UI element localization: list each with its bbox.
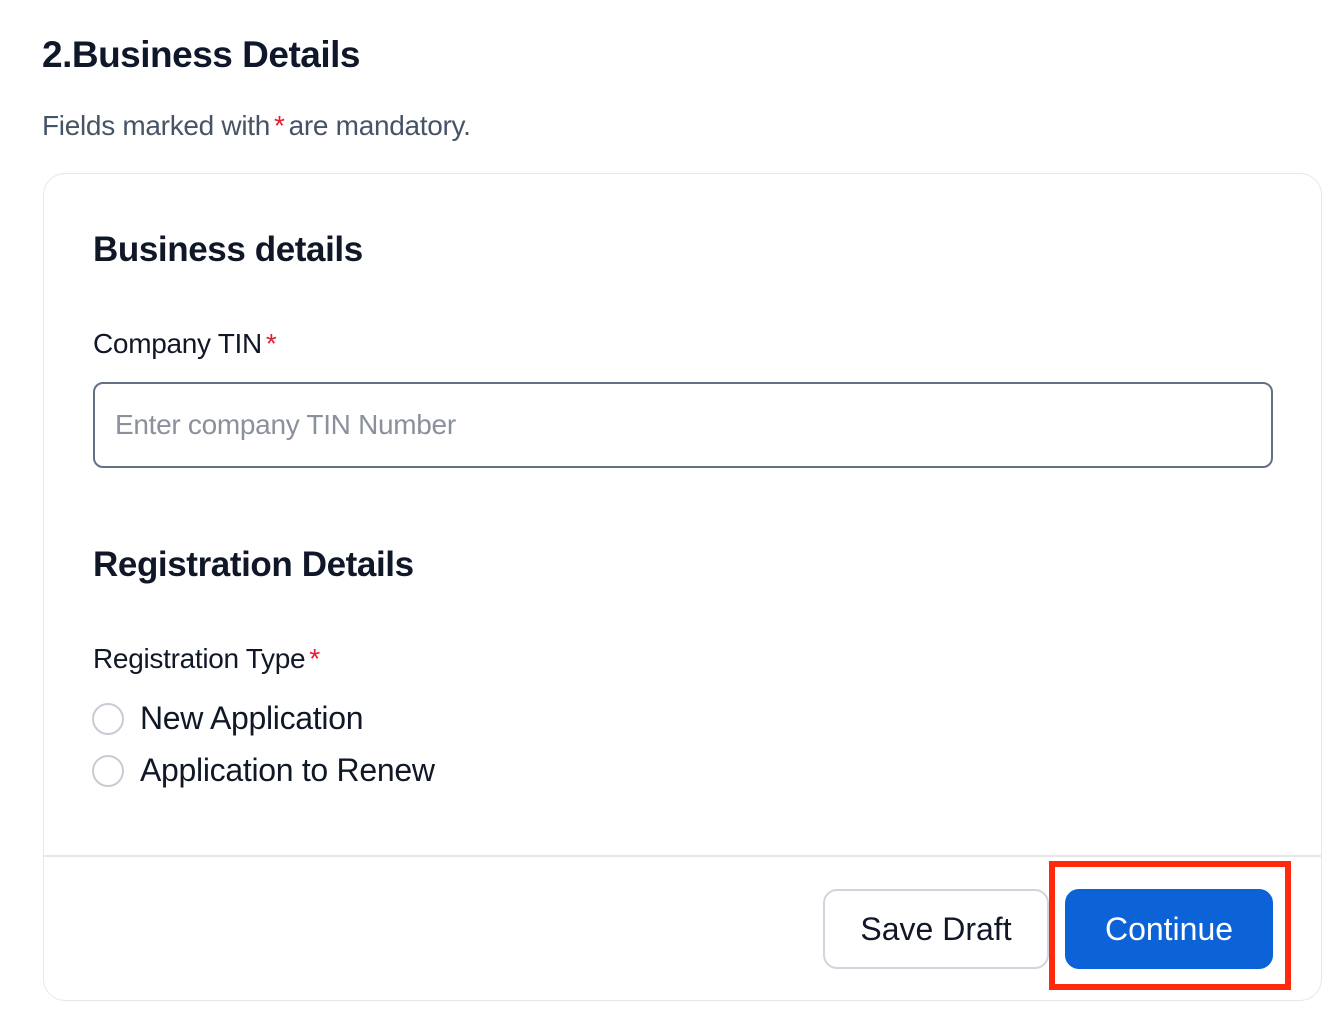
radio-option-new-application[interactable]: New Application bbox=[92, 700, 364, 737]
registration-details-heading: Registration Details bbox=[93, 545, 414, 584]
radio-option-application-to-renew[interactable]: Application to Renew bbox=[92, 752, 435, 789]
radio-button[interactable] bbox=[92, 702, 124, 735]
mandatory-note-suffix: are mandatory. bbox=[288, 110, 471, 141]
radio-button[interactable] bbox=[92, 754, 124, 787]
company-tin-label-text: Company TIN bbox=[93, 328, 262, 359]
required-asterisk: * bbox=[309, 643, 320, 674]
business-details-card: Business details Company TIN* Registrati… bbox=[43, 173, 1322, 1001]
company-tin-label: Company TIN * bbox=[93, 328, 281, 360]
required-asterisk: * bbox=[265, 328, 277, 359]
card-footer-divider bbox=[44, 855, 1321, 857]
registration-type-label-text: Registration Type bbox=[93, 643, 306, 674]
radio-option-label: Application to Renew bbox=[140, 752, 435, 788]
company-tin-input[interactable] bbox=[93, 382, 1273, 468]
page-title: 2.Business Details bbox=[42, 34, 360, 75]
mandatory-note-prefix: Fields marked with bbox=[42, 110, 271, 141]
registration-type-label: Registration Type * bbox=[93, 643, 324, 675]
mandatory-fields-note: Fields marked with * are mandatory. bbox=[42, 110, 471, 142]
business-details-heading: Business details bbox=[93, 230, 363, 269]
continue-button[interactable]: Continue bbox=[1065, 889, 1273, 969]
save-draft-button[interactable]: Save Draft bbox=[823, 889, 1049, 969]
radio-option-label: New Application bbox=[140, 700, 364, 736]
required-asterisk: * bbox=[274, 110, 285, 141]
